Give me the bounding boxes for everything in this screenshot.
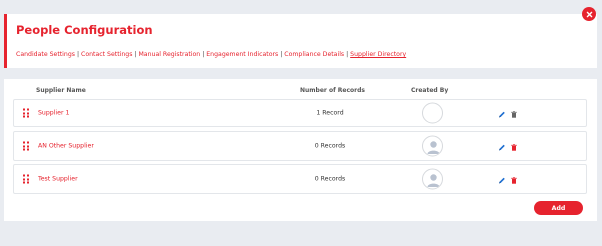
drag-handle-icon[interactable] <box>23 141 29 151</box>
header-card: People Configuration Candidate Settings … <box>4 14 597 68</box>
trash-icon[interactable] <box>510 170 518 189</box>
table-row: Supplier 1 1 Record <box>13 99 587 127</box>
user-avatar-icon <box>422 168 443 190</box>
supplier-name-link[interactable]: Supplier 1 <box>38 110 69 117</box>
column-header-supplier-name: Supplier Name <box>36 87 86 94</box>
add-supplier-button[interactable]: Add <box>534 201 583 215</box>
trash-icon[interactable] <box>510 137 518 156</box>
nav-link-candidate-settings[interactable]: Candidate Settings <box>16 51 75 58</box>
close-icon <box>586 11 592 17</box>
table-row: Test Supplier 0 Records <box>13 164 587 194</box>
record-count: 1 Record <box>316 109 344 117</box>
record-count: 0 Records <box>314 175 346 183</box>
nav-link-compliance-details[interactable]: Compliance Details <box>284 51 344 58</box>
user-avatar-icon <box>422 135 443 157</box>
page-title: People Configuration <box>16 23 153 37</box>
nav-link-supplier-directory[interactable]: Supplier Directory <box>350 51 406 58</box>
supplier-name-link[interactable]: Test Supplier <box>38 176 78 183</box>
column-header-created-by: Created By <box>411 87 449 94</box>
settings-nav: Candidate Settings | Contact Settings | … <box>16 51 406 58</box>
user-avatar-icon <box>422 102 443 124</box>
drag-handle-icon[interactable] <box>23 108 29 118</box>
nav-link-contact-settings[interactable]: Contact Settings <box>81 51 132 58</box>
supplier-name-link[interactable]: AN Other Supplier <box>38 143 94 150</box>
record-count: 0 Records <box>314 142 346 150</box>
pencil-icon[interactable] <box>498 104 506 123</box>
supplier-table: Supplier Name Number of Records Created … <box>4 79 597 221</box>
table-row: AN Other Supplier 0 Records <box>13 131 587 161</box>
nav-link-engagement-indicators[interactable]: Engagement Indicators <box>206 51 278 58</box>
pencil-icon[interactable] <box>498 137 506 156</box>
nav-link-manual-registration[interactable]: Manual Registration <box>138 51 200 58</box>
pencil-icon[interactable] <box>498 170 506 189</box>
close-button[interactable] <box>582 7 596 21</box>
column-header-number-of-records: Number of Records <box>300 87 365 94</box>
drag-handle-icon[interactable] <box>23 174 29 184</box>
trash-icon[interactable] <box>510 104 518 123</box>
